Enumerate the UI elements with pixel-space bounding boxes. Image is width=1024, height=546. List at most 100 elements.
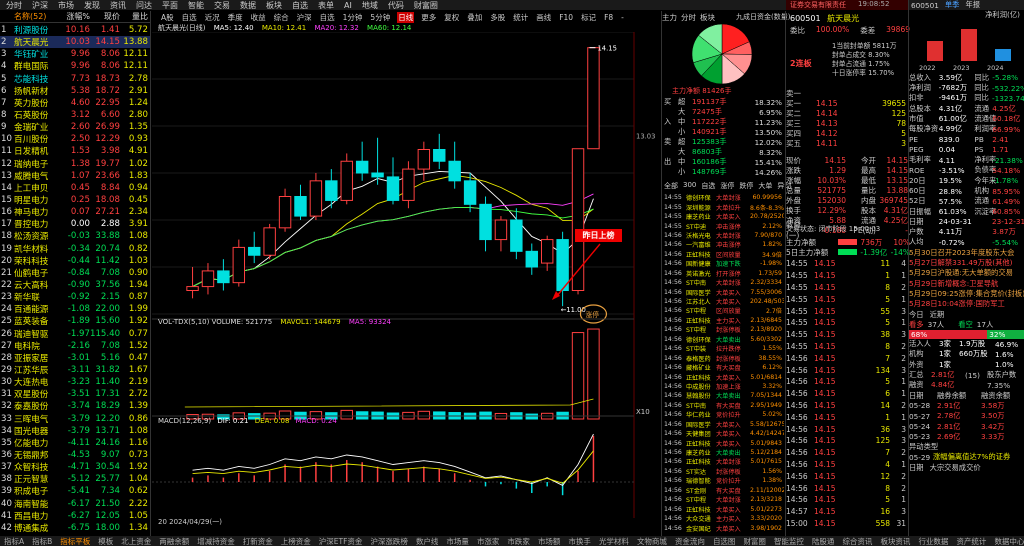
menu-item-6[interactable]: 平面: [162, 0, 178, 10]
watchlist-row[interactable]: 7 英力股份 4.60 22.95 1.24: [0, 97, 150, 109]
chart-tool-19[interactable]: F8: [603, 13, 614, 22]
watchlist-row[interactable]: 4 群电国际 9.96 8.06 12.11: [0, 60, 150, 72]
f10-news-item[interactable]: 5月29日新增概念:卫星导航: [909, 279, 1024, 289]
ticker-row[interactable]: 14:56 金安国纪 大单买入 3.98/1902: [664, 523, 784, 533]
ticker-row[interactable]: 14:56 ST中装 拉升跌停 1.55%: [664, 344, 784, 353]
ticker-row[interactable]: 14:56 一汽富维 冲击涨停 1.82%: [664, 240, 784, 249]
ticker-row[interactable]: 14:56 ST中南 有大买盘 2.95/1949: [664, 401, 784, 410]
ticker-row[interactable]: 14:56 中成股份 加速上涨 3.32%: [664, 382, 784, 391]
vote-tab-1[interactable]: 近期: [930, 310, 945, 320]
ticker-tab-all[interactable]: 全部: [664, 181, 678, 191]
orderbook-row[interactable]: 买二 14.14 125: [786, 108, 910, 118]
ticker-row[interactable]: 14:55 康芝药业 大单买入 20.78/2520: [664, 212, 784, 221]
ticker-tab-watch[interactable]: 自选: [701, 181, 715, 191]
menu-item-5[interactable]: 问达: [136, 0, 152, 10]
bottom-tab-10[interactable]: 沪深涨跌榜: [370, 536, 408, 546]
bottom-tab-13[interactable]: 市涨家: [477, 536, 500, 546]
chart-tool-7[interactable]: 自选: [319, 12, 336, 23]
watchlist-row[interactable]: 32 泰嘉股份 -3.74 18.29 1.39: [0, 400, 150, 412]
ticker-tab-limitdn[interactable]: 跌停: [739, 181, 753, 191]
watchlist-row[interactable]: 30 大连热电 -3.23 11.40 2.19: [0, 376, 150, 388]
menu-item-14[interactable]: 地域: [362, 0, 378, 10]
f10-news-item[interactable]: 5月29日沪股通:无大单额的交易: [909, 268, 1024, 278]
bullish-bar[interactable]: 68%: [909, 330, 988, 340]
chart-tool-9[interactable]: 5分钟: [369, 12, 391, 23]
watchlist-row[interactable]: 31 双星股份 -3.51 17.31 2.72: [0, 388, 150, 400]
bottom-tab-19[interactable]: 资金流向: [675, 536, 705, 546]
watchlist-row[interactable]: 19 凯华材料 -0.34 20.74 0.82: [0, 243, 150, 255]
menu-item-10[interactable]: 板块: [266, 0, 282, 10]
watchlist-row[interactable]: 22 云大高科 -0.90 37.56 1.94: [0, 279, 150, 291]
bottom-tab-7[interactable]: 打新资金: [243, 536, 273, 546]
ticker-row[interactable]: 14:56 国新健康 加速下跌 -1.98%: [664, 259, 784, 268]
watchlist-row[interactable]: 9 金瑞矿业 2.60 26.99 1.35: [0, 121, 150, 133]
ticker-row[interactable]: 14:56 慧翰股份 大单卖出 7.05/1344: [664, 391, 784, 400]
menu-item-1[interactable]: 沪深: [32, 0, 48, 10]
chart-tool-13[interactable]: 叠加: [466, 12, 483, 23]
ticker-tab-big[interactable]: 大单: [758, 181, 772, 191]
chart-tool-16[interactable]: 画线: [535, 12, 552, 23]
watchlist-row[interactable]: 39 积成电子 -5.41 7.34 0.62: [0, 485, 150, 497]
ticker-row[interactable]: 14:56 正虹科技 大单买入 5.01/9843: [664, 438, 784, 448]
watchlist-row[interactable]: 14 上工申贝 0.45 8.84 0.94: [0, 182, 150, 194]
col-vol[interactable]: 量比: [120, 11, 148, 22]
ticker-row[interactable]: 14:56 大众交通 主力买入 3.33/2020: [664, 514, 784, 523]
chart-tool-2[interactable]: 近况: [204, 12, 221, 23]
chart-tool-0[interactable]: A股: [160, 12, 175, 23]
bottom-tab-18[interactable]: 文物商城: [637, 536, 667, 546]
ticker-row[interactable]: 14:56 正虹科技 大单买入 5.01/6814: [664, 372, 784, 382]
watchlist-row[interactable]: 23 新华联 -0.92 2.15 0.87: [0, 291, 150, 303]
chart-tool-14[interactable]: 多股: [489, 12, 506, 23]
menu-item-13[interactable]: AI: [344, 1, 352, 10]
ticker-row[interactable]: 14:56 泰格医药 封涨停板 38.55%: [664, 353, 784, 363]
ticker-row[interactable]: 14:55 深圳能源 大单拉升 8.6条-8.3%: [664, 202, 784, 212]
menu-item-12[interactable]: 表单: [318, 0, 334, 10]
bottom-tab-5[interactable]: 两融余额: [159, 536, 189, 546]
ticker-row[interactable]: 14:56 英诺激光 打开涨停 1.73/59: [664, 269, 784, 278]
bottom-tab-24[interactable]: 综合资讯: [842, 536, 872, 546]
ticker-row[interactable]: 14:56 江苏北人 大单买入 202.48/503: [664, 297, 784, 306]
watchlist-row[interactable]: 33 三晖电气 -3.79 12.20 0.86: [0, 413, 150, 425]
watchlist-row[interactable]: 36 无锡鼎邦 -4.53 9.07 0.73: [0, 449, 150, 461]
ticker-row[interactable]: 14:56 国际医学 大单买入 7.55/3006: [664, 287, 784, 297]
watchlist-row[interactable]: 16 神马电力 0.07 27.21 2.34: [0, 206, 150, 218]
watchlist-row[interactable]: 1 利源股份 10.16 1.41 5.72: [0, 24, 150, 36]
menu-item-9[interactable]: 数据: [240, 0, 256, 10]
watchlist-row[interactable]: 27 电科院 -2.16 7.08 1.52: [0, 340, 150, 352]
watchlist-row[interactable]: 26 瑞迪智驱 -1.97 115.40 0.77: [0, 328, 150, 340]
ticker-row[interactable]: 14:56 正虹科技 主力买入 2.13/6845: [664, 316, 784, 325]
watchlist-row[interactable]: 15 明星电力 0.25 18.08 0.45: [0, 194, 150, 206]
bottom-tab-17[interactable]: 光学材料: [599, 536, 629, 546]
bottom-tab-27[interactable]: 资产统计: [956, 536, 986, 546]
bottom-tab-21[interactable]: 财富圈: [743, 536, 766, 546]
bottom-tab-22[interactable]: 智能监控: [774, 536, 804, 546]
col-name[interactable]: 名称(52): [14, 11, 58, 22]
ticker-row[interactable]: 14:55 ST中迪 冲击涨停 2.12%: [664, 221, 784, 231]
ticker-row[interactable]: 14:56 德创环保 大单卖出 5.60/3302: [664, 335, 784, 344]
watchlist-row[interactable]: 25 蓝英装备 -1.89 15.60 1.92: [0, 315, 150, 327]
watchlist-row[interactable]: 21 仙鹤电子 -0.84 7.08 0.90: [0, 267, 150, 279]
watchlist-row[interactable]: 18 松汤资源 -0.03 33.88 1.08: [0, 230, 150, 242]
chart-tool-20[interactable]: -: [620, 13, 625, 22]
watchlist-row[interactable]: 6 扬帆新材 5.38 18.72 2.91: [0, 85, 150, 97]
bottom-tab-11[interactable]: 数户线: [416, 536, 439, 546]
bottom-tab-26[interactable]: 行业数据: [918, 536, 948, 546]
bottom-tab-2[interactable]: 指标平板: [60, 536, 90, 546]
orderbook-row[interactable]: 卖一: [786, 88, 910, 98]
watchlist-row[interactable]: 41 西昌电力 -6.27 12.05 1.05: [0, 510, 150, 522]
ticker-row[interactable]: 14:56 ST中程 区间放量 2.7倍: [664, 306, 784, 315]
vote-tab-0[interactable]: 今日: [909, 310, 924, 320]
chart-tool-18[interactable]: 标记: [580, 12, 597, 23]
chart-tool-10[interactable]: 日线: [397, 12, 415, 23]
watchlist-row[interactable]: 38 正元智慧 -5.12 25.77 1.04: [0, 473, 150, 485]
bottom-tab-14[interactable]: 市跌家: [507, 536, 530, 546]
f10-news-item[interactable]: 5月28日10:04涨停:国防军工: [909, 299, 1024, 309]
watchlist-row[interactable]: 5 芯能科技 7.73 18.73 2.78: [0, 73, 150, 85]
menu-item-8[interactable]: 交易: [214, 0, 230, 10]
orderbook-row[interactable]: 买三 14.13 78: [786, 118, 910, 128]
ticker-row[interactable]: 14:56 正虹科技 大单买入 5.01/2273: [664, 504, 784, 514]
ticker-row[interactable]: 14:56 藏格矿业 有大买盘 6.12%: [664, 363, 784, 372]
ticker-row[interactable]: 14:56 国际医学 大单买入 5.58/12675: [664, 420, 784, 429]
bottom-tab-12[interactable]: 市场量: [446, 536, 469, 546]
chart-tool-8[interactable]: 1分钟: [342, 12, 364, 23]
